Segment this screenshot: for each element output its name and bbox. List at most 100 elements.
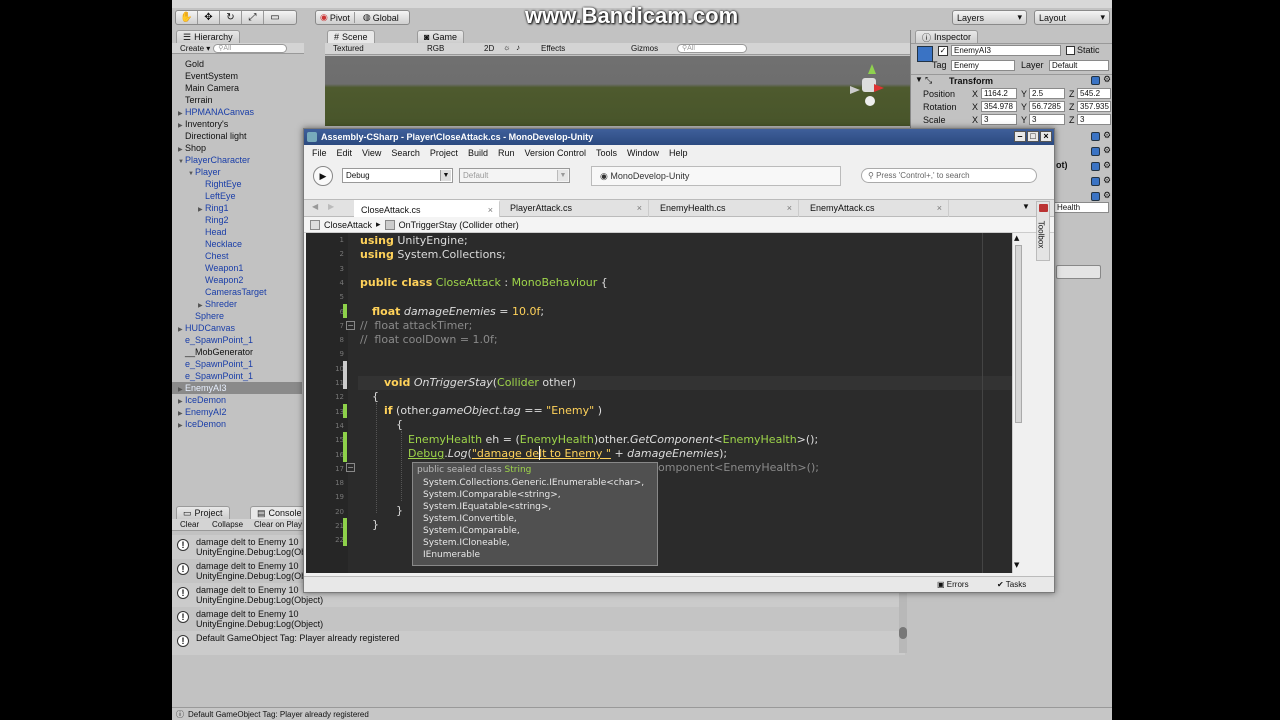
gizmos-dropdown[interactable]: Gizmos bbox=[631, 44, 658, 53]
menu-item-version-control[interactable]: Version Control bbox=[524, 148, 586, 158]
light-icon[interactable]: ☼ bbox=[503, 43, 510, 52]
hierarchy-item[interactable]: Main Camera bbox=[172, 82, 302, 94]
tab-scene[interactable]: # Scene bbox=[327, 30, 375, 43]
hierarchy-item[interactable]: ▶ EnemyAI2 bbox=[172, 406, 302, 418]
tab-scroll-right-icon[interactable]: ▶ bbox=[328, 202, 334, 211]
code-editor[interactable]: 1 2 3 4 5 6 7 8 9 10 11 12 13 14 15 16 17 18 19 20 21 22 − − … bbox=[306, 233, 1024, 573]
hierarchy-item[interactable]: ▶ IceDemon bbox=[172, 394, 302, 406]
settings-gear-icon[interactable]: ⚙ bbox=[1103, 145, 1111, 156]
clear-on-play-button[interactable]: Clear on Play bbox=[254, 520, 304, 529]
menu-item-edit[interactable]: Edit bbox=[337, 148, 353, 158]
collapse-button[interactable]: Collapse bbox=[212, 520, 243, 529]
foldout-arrow-icon[interactable]: ▶ bbox=[178, 420, 185, 432]
shading-dropdown[interactable]: Textured bbox=[333, 44, 364, 53]
global-button[interactable]: ◍ Global bbox=[359, 12, 403, 23]
run-button[interactable]: ▶ bbox=[313, 166, 333, 186]
tab-game[interactable]: ◙ Game bbox=[417, 30, 464, 43]
breadcrumb-method[interactable]: OnTriggerStay (Collider other) bbox=[399, 220, 519, 230]
tab-console[interactable]: ▤ Console bbox=[250, 506, 309, 519]
tab-hierarchy[interactable]: ☰ Hierarchy bbox=[176, 30, 240, 43]
position-y-field[interactable]: 2.5 bbox=[1029, 88, 1065, 99]
hierarchy-item[interactable]: ▶ Inventory's bbox=[172, 118, 302, 130]
doc-tab[interactable]: PlayerAttack.cs × bbox=[503, 200, 649, 217]
tab-scroll-left-icon[interactable]: ◀ bbox=[312, 202, 318, 211]
rotate-tool-icon[interactable]: ↻ bbox=[220, 11, 242, 24]
hierarchy-item[interactable]: ▼Player bbox=[172, 166, 302, 178]
hierarchy-item[interactable]: ▶ HPMANACanvas bbox=[172, 106, 302, 118]
position-z-field[interactable]: 545.2 bbox=[1077, 88, 1111, 99]
hierarchy-item[interactable]: RightEye bbox=[172, 178, 302, 190]
hierarchy-item[interactable]: Weapon1 bbox=[172, 262, 302, 274]
hierarchy-item[interactable]: CamerasTarget bbox=[172, 286, 302, 298]
rotation-y-field[interactable]: 56.7285 bbox=[1029, 101, 1065, 112]
help-icon[interactable] bbox=[1091, 132, 1100, 141]
hierarchy-item[interactable]: ▶ Ring1 bbox=[172, 202, 302, 214]
hierarchy-item[interactable]: ▼PlayerCharacter bbox=[172, 154, 302, 166]
health-field[interactable]: Health bbox=[1054, 202, 1109, 213]
fold-toggle-icon[interactable]: − bbox=[346, 321, 355, 330]
hierarchy-item[interactable]: ▶ Shop bbox=[172, 142, 302, 154]
hierarchy-item[interactable]: ▶ IceDemon bbox=[172, 418, 302, 430]
create-dropdown[interactable]: Create ▾ bbox=[180, 44, 210, 53]
scroll-down-icon[interactable]: ▼ bbox=[1014, 561, 1019, 569]
tab-list-dropdown-icon[interactable]: ▼ bbox=[1022, 202, 1030, 211]
scale-x-field[interactable]: 3 bbox=[981, 114, 1017, 125]
hand-tool-icon[interactable]: ✋ bbox=[176, 11, 198, 24]
settings-gear-icon[interactable]: ⚙ bbox=[1103, 175, 1111, 186]
menu-item-run[interactable]: Run bbox=[498, 148, 515, 158]
hierarchy-item[interactable]: Terrain bbox=[172, 94, 302, 106]
close-icon[interactable]: × bbox=[1040, 131, 1052, 142]
help-icon[interactable] bbox=[1091, 177, 1100, 186]
menu-item-help[interactable]: Help bbox=[669, 148, 688, 158]
menu-item-window[interactable]: Window bbox=[627, 148, 659, 158]
help-icon[interactable] bbox=[1091, 162, 1100, 171]
breadcrumb-class[interactable]: CloseAttack bbox=[324, 220, 372, 230]
rotation-z-field[interactable]: 357.935 bbox=[1077, 101, 1111, 112]
2d-toggle[interactable]: 2D bbox=[484, 44, 494, 53]
menu-item-view[interactable]: View bbox=[362, 148, 381, 158]
editor-scrollbar[interactable]: ▲ ▼ bbox=[1012, 233, 1024, 573]
fold-toggle-icon[interactable]: − bbox=[346, 463, 355, 472]
scene-viewport[interactable] bbox=[325, 56, 910, 126]
help-icon[interactable] bbox=[1091, 76, 1100, 85]
hierarchy-item[interactable]: Ring2 bbox=[172, 214, 302, 226]
close-tab-icon[interactable]: × bbox=[787, 200, 792, 217]
object-name-field[interactable]: EnemyAI3 bbox=[951, 45, 1061, 56]
tab-inspector[interactable]: ⓘ Inspector bbox=[915, 30, 979, 43]
hierarchy-item[interactable]: LeftEye bbox=[172, 190, 302, 202]
hierarchy-item[interactable]: Weapon2 bbox=[172, 274, 302, 286]
close-tab-icon[interactable]: × bbox=[637, 200, 642, 217]
add-component-button[interactable] bbox=[1056, 265, 1101, 279]
errors-pad-button[interactable]: ▣ Errors bbox=[937, 580, 969, 589]
settings-gear-icon[interactable]: ⚙ bbox=[1103, 160, 1111, 171]
scrollbar-thumb[interactable] bbox=[1015, 245, 1022, 423]
hierarchy-item[interactable]: ▶ EnemyAI3 bbox=[172, 382, 302, 394]
console-entry[interactable]: ! damage delt to Enemy 10 UnityEngine.Debu… bbox=[172, 607, 905, 631]
help-icon[interactable] bbox=[1091, 192, 1100, 201]
menu-item-project[interactable]: Project bbox=[430, 148, 458, 158]
menu-item-file[interactable]: File bbox=[312, 148, 327, 158]
settings-gear-icon[interactable]: ⚙ bbox=[1103, 130, 1111, 141]
hierarchy-item[interactable]: Directional light bbox=[172, 130, 302, 142]
hierarchy-item[interactable]: ▶ Shreder bbox=[172, 298, 302, 310]
hierarchy-item[interactable]: Chest bbox=[172, 250, 302, 262]
scene-search-input[interactable]: ⚲All bbox=[677, 44, 747, 53]
tag-dropdown[interactable]: Enemy bbox=[951, 60, 1015, 71]
pivot-button[interactable]: ◉ Pivot bbox=[316, 12, 355, 23]
position-x-field[interactable]: 1164.2 bbox=[981, 88, 1017, 99]
hierarchy-item[interactable]: Head bbox=[172, 226, 302, 238]
scroll-up-icon[interactable]: ▲ bbox=[1014, 234, 1019, 242]
console-entry[interactable]: ! Default GameObject Tag: Player already … bbox=[172, 631, 905, 655]
layers-dropdown[interactable]: Layers ▾ bbox=[952, 10, 1027, 25]
hierarchy-item[interactable]: Sphere bbox=[172, 310, 302, 322]
hierarchy-item[interactable]: __MobGenerator bbox=[172, 346, 302, 358]
menu-item-build[interactable]: Build bbox=[468, 148, 488, 158]
help-icon[interactable] bbox=[1091, 147, 1100, 156]
global-search-input[interactable]: ⚲ Press 'Control+,' to search bbox=[861, 168, 1037, 183]
settings-gear-icon[interactable]: ⚙ bbox=[1103, 74, 1111, 85]
hierarchy-item[interactable]: e_SpawnPoint_1 bbox=[172, 370, 302, 382]
hierarchy-item[interactable]: Necklace bbox=[172, 238, 302, 250]
scale-y-field[interactable]: 3 bbox=[1029, 114, 1065, 125]
settings-gear-icon[interactable]: ⚙ bbox=[1103, 190, 1111, 201]
active-checkbox[interactable]: ✓ bbox=[938, 46, 948, 56]
